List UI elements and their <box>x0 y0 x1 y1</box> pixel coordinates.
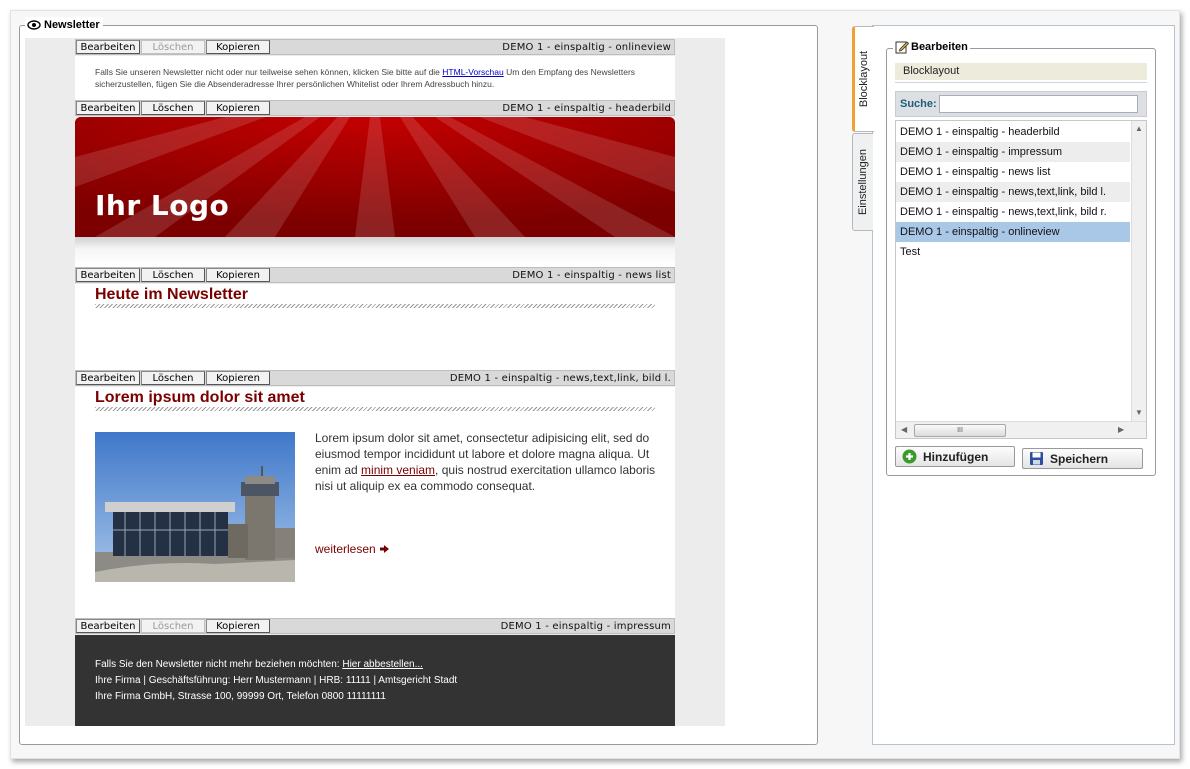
block-list-item[interactable]: DEMO 1 - einspaltig - news,text,link, bi… <box>896 202 1130 222</box>
footer-line-2: Ihre Firma | Geschäftsführung: Herr Must… <box>95 675 458 686</box>
delete-button: Löschen <box>141 40 205 54</box>
block-label: DEMO 1 - einspaltig - impressum <box>500 620 671 632</box>
article-inline-link[interactable]: minim veniam <box>361 463 435 477</box>
add-icon <box>902 449 917 464</box>
tab-einstellungen[interactable]: Einstellungen <box>852 133 873 231</box>
footer-line-3: Ihre Firma GmbH, Strasse 100, 99999 Ort,… <box>95 691 386 702</box>
block-list-item[interactable]: DEMO 1 - einspaltig - impressum <box>896 142 1130 162</box>
scroll-up-icon[interactable]: ▲ <box>1135 124 1143 133</box>
vertical-scrollbar[interactable]: ▲ ▼ <box>1131 121 1146 421</box>
block-list: DEMO 1 - einspaltig - headerbild DEMO 1 -… <box>895 120 1147 439</box>
copy-button[interactable]: Kopieren <box>206 268 270 282</box>
header-image: Ihr Logo <box>75 117 675 237</box>
copy-button[interactable]: Kopieren <box>206 101 270 115</box>
eye-icon <box>27 20 41 30</box>
block-label: DEMO 1 - einspaltig - news,text,link, bi… <box>449 372 671 384</box>
onlineview-text: Falls Sie unseren Newsletter nicht oder … <box>95 66 655 90</box>
delete-button[interactable]: Löschen <box>141 101 205 115</box>
save-disk-icon <box>1030 452 1043 465</box>
edit-button[interactable]: Bearbeiten <box>76 619 140 633</box>
add-label: Hinzufügen <box>923 449 989 464</box>
delete-button: Löschen <box>141 619 205 633</box>
block-toolbar-newslist: Bearbeiten Löschen Kopieren DEMO 1 - ein… <box>75 267 675 283</box>
edit-button[interactable]: Bearbeiten <box>76 268 140 282</box>
save-button[interactable]: Speichern <box>1022 448 1143 469</box>
save-label: Speichern <box>1050 451 1109 466</box>
edit-button[interactable]: Bearbeiten <box>76 371 140 385</box>
edit-button[interactable]: Bearbeiten <box>76 40 140 54</box>
article-title: Lorem ipsum dolor sit amet <box>95 389 305 406</box>
title-underline <box>95 407 655 411</box>
tab-einstellungen-label: Einstellungen <box>857 148 869 216</box>
block-toolbar-onlineview: Bearbeiten Löschen Kopieren DEMO 1 - ein… <box>75 39 675 55</box>
read-more-label: weiterlesen <box>315 542 376 556</box>
unsubscribe-link[interactable]: Hier abbestellen... <box>342 659 423 670</box>
search-input[interactable] <box>938 95 1138 113</box>
html-preview-link[interactable]: HTML-Vorschau <box>442 67 503 77</box>
newsletter-legend: Newsletter <box>25 17 103 33</box>
sidebar-tabs: Blocklayout Einstellungen <box>852 26 874 236</box>
title-underline <box>95 304 655 308</box>
newsletter-legend-label: Newsletter <box>44 19 100 31</box>
edit-button[interactable]: Bearbeiten <box>76 101 140 115</box>
block-list-item[interactable]: DEMO 1 - einspaltig - onlineview <box>896 222 1130 242</box>
delete-button[interactable]: Löschen <box>141 268 205 282</box>
horizontal-scrollbar[interactable]: ◀ III ▶ <box>896 421 1146 438</box>
article-photo <box>95 432 295 582</box>
copy-button[interactable]: Kopieren <box>206 371 270 385</box>
newsletter-preview: Bearbeiten Löschen Kopieren DEMO 1 - ein… <box>25 38 725 726</box>
logo-text: Ihr Logo <box>95 189 230 222</box>
copy-button[interactable]: Kopieren <box>206 40 270 54</box>
footer-line-1: Falls Sie den Newsletter nicht mehr bezi… <box>95 657 655 673</box>
add-button[interactable]: Hinzufügen <box>895 446 1015 467</box>
footer-unsubscribe-text: Falls Sie den Newsletter nicht mehr bezi… <box>95 659 343 670</box>
blocklayout-header: Blocklayout <box>895 63 1147 80</box>
block-list-item[interactable]: DEMO 1 - einspaltig - news list <box>896 162 1130 182</box>
scroll-left-icon[interactable]: ◀ <box>901 425 907 434</box>
search-row: Suche: <box>895 91 1147 117</box>
scroll-thumb[interactable]: III <box>914 424 1006 437</box>
edit-legend-label: Bearbeiten <box>911 41 968 53</box>
read-more-link[interactable]: weiterlesen <box>315 542 389 556</box>
block-toolbar-impressum: Bearbeiten Löschen Kopieren DEMO 1 - ein… <box>75 618 675 634</box>
arrow-right-icon <box>379 545 389 553</box>
block-toolbar-headerbild: Bearbeiten Löschen Kopieren DEMO 1 - ein… <box>75 100 675 116</box>
tab-blocklayout[interactable]: Blocklayout <box>852 26 874 132</box>
scroll-down-icon[interactable]: ▼ <box>1135 408 1143 417</box>
delete-button[interactable]: Löschen <box>141 371 205 385</box>
block-list-item[interactable]: DEMO 1 - einspaltig - headerbild <box>896 122 1130 142</box>
edit-pencil-icon <box>895 41 909 54</box>
block-list-item[interactable]: DEMO 1 - einspaltig - news,text,link, bi… <box>896 182 1130 202</box>
header-shadow <box>75 237 675 267</box>
scroll-right-icon[interactable]: ▶ <box>1118 425 1124 434</box>
newslist-title: Heute im Newsletter <box>95 286 248 303</box>
block-label: DEMO 1 - einspaltig - news list <box>512 269 671 281</box>
block-label: DEMO 1 - einspaltig - onlineview <box>502 41 671 53</box>
block-toolbar-article: Bearbeiten Löschen Kopieren DEMO 1 - ein… <box>75 370 675 386</box>
search-label: Suche: <box>900 98 937 110</box>
onlineview-text-1: Falls Sie unseren Newsletter nicht oder … <box>95 67 443 77</box>
tab-blocklayout-label: Blocklayout <box>858 50 871 108</box>
block-list-item[interactable]: Test <box>896 242 1130 262</box>
copy-button[interactable]: Kopieren <box>206 619 270 633</box>
edit-legend: Bearbeiten <box>893 39 970 55</box>
divider <box>895 82 1147 83</box>
building-photo <box>95 432 295 582</box>
impressum-footer: Falls Sie den Newsletter nicht mehr bezi… <box>75 635 675 726</box>
article-text: Lorem ipsum dolor sit amet, consectetur … <box>315 430 660 494</box>
block-label: DEMO 1 - einspaltig - headerbild <box>502 102 671 114</box>
